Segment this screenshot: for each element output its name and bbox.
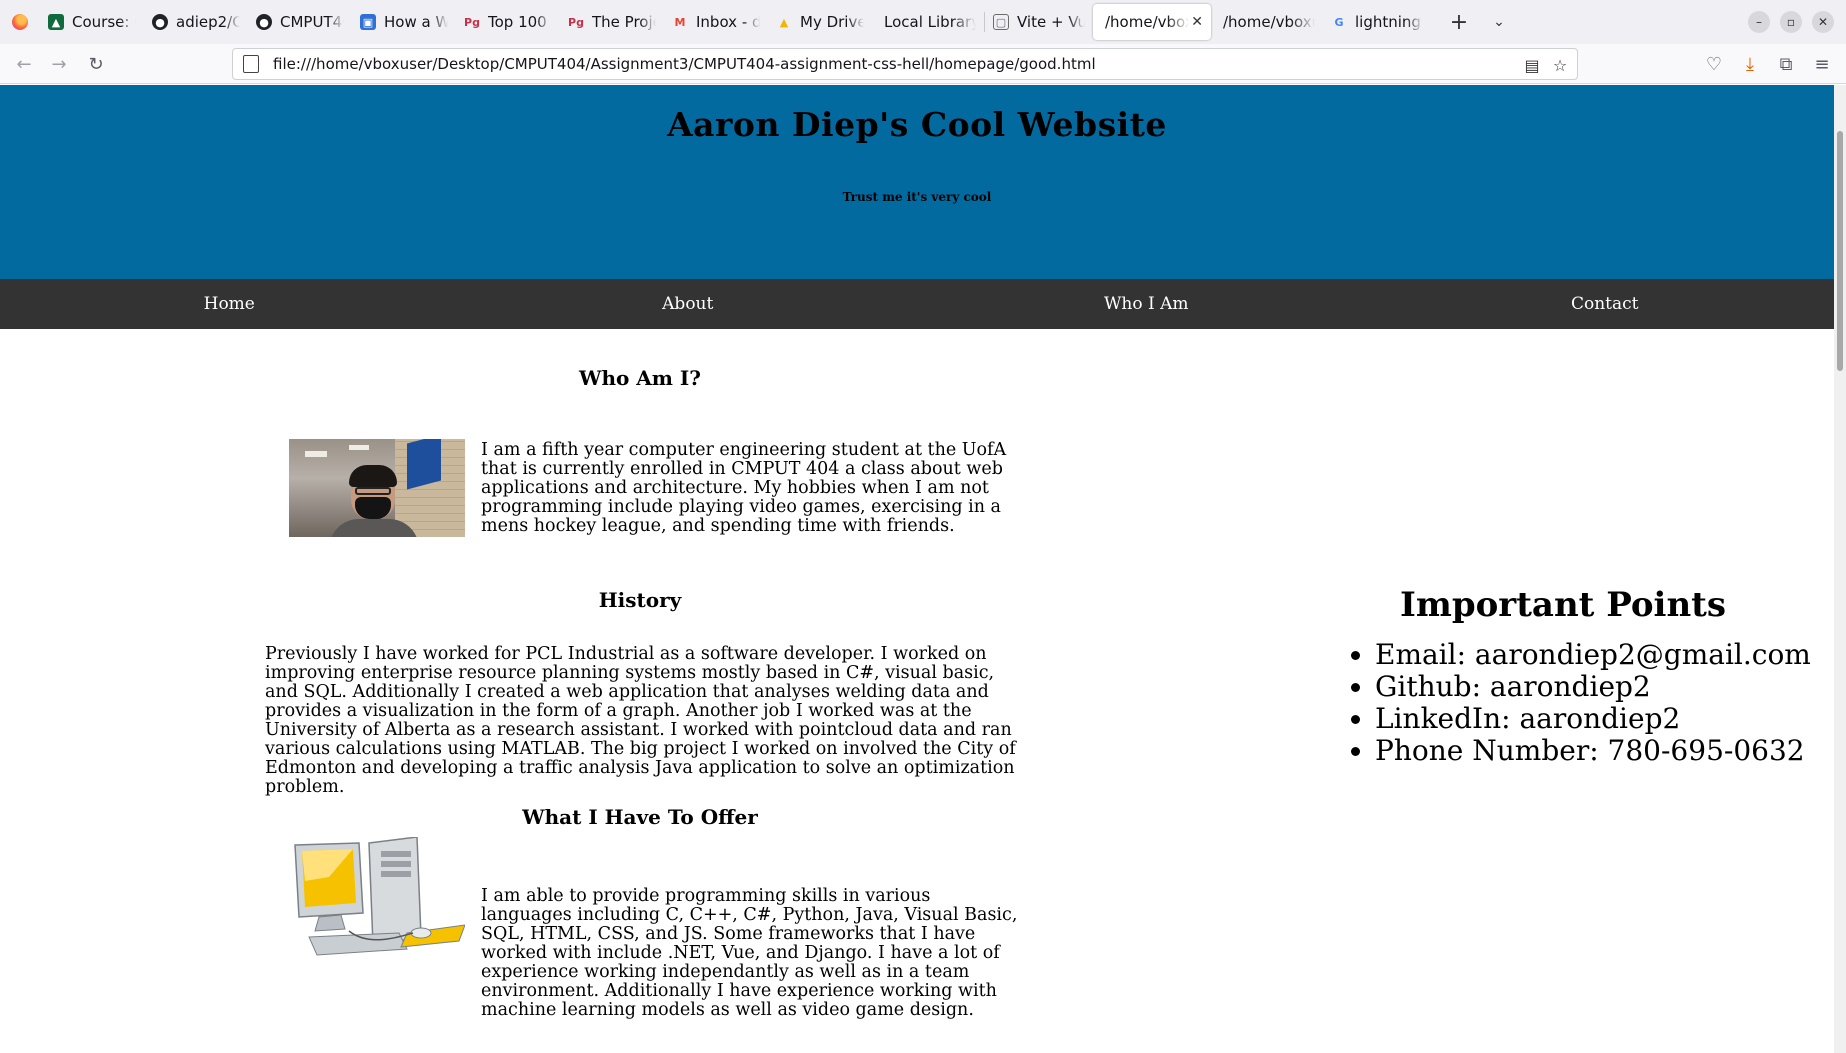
pg-icon: Pg <box>464 15 480 29</box>
graduation-cap-icon: ▲ <box>48 14 64 30</box>
page-icon <box>243 55 259 73</box>
important-points-title: Important Points <box>1399 585 1727 625</box>
section-title-offer: What I Have To Offer <box>522 805 758 829</box>
image-icon: ▣ <box>360 14 376 30</box>
tab-title: CMPUT404-assignment <box>280 13 344 31</box>
tab[interactable]: M Inbox - diep <box>664 4 768 40</box>
tab[interactable]: ▣ How a Web <box>352 4 456 40</box>
reload-icon[interactable]: ↻ <box>82 50 110 78</box>
tab[interactable]: G lightning bo <box>1323 4 1431 40</box>
pg-icon: Pg <box>568 15 584 29</box>
tab-title: Inbox - diep <box>696 13 760 31</box>
tab-title: The Project <box>592 13 656 31</box>
tab[interactable]: /home/vboxuser <box>1211 4 1323 40</box>
extensions-icon[interactable]: ⧉ <box>1772 50 1800 78</box>
url-input[interactable] <box>273 55 1473 73</box>
reader-view-icon[interactable]: ▤ <box>1521 54 1543 76</box>
list-item-phone: Phone Number: 780-695-0632 <box>1375 735 1811 767</box>
tab-bar: ▲ Course: CMPUT 404 ● adiep2/CMPUT404 ● … <box>0 0 1846 44</box>
close-tab-icon[interactable]: ✕ <box>1189 14 1203 30</box>
tab[interactable]: ▲ Course: CMPUT 404 <box>40 4 144 40</box>
list-item-github: Github: aarondiep2 <box>1375 671 1811 703</box>
tab-title: /home/vboxuser <box>1223 13 1315 31</box>
tab[interactable]: Pg Top 100 | Pr <box>456 4 560 40</box>
important-points-list: Email: aarondiep2@gmail.com Github: aaro… <box>1375 639 1811 767</box>
github-icon: ● <box>256 14 272 30</box>
forward-arrow-icon[interactable]: → <box>45 50 73 78</box>
list-item-email: Email: aarondiep2@gmail.com <box>1375 639 1811 671</box>
restore-icon[interactable]: ▫ <box>1780 11 1802 33</box>
site-header: Aaron Diep's Cool Website Trust me it's … <box>0 85 1834 279</box>
tab[interactable]: ● CMPUT404-assignment <box>248 4 352 40</box>
site-nav: Home About Who I Am Contact <box>0 279 1834 329</box>
vite-icon: ▢ <box>993 14 1009 30</box>
github-icon: ● <box>152 14 168 30</box>
nav-link-home[interactable]: Home <box>0 279 459 329</box>
window-controls: – ▫ ✕ <box>1748 0 1846 44</box>
tab-title: Local Library <box>884 13 976 31</box>
scrollbar-thumb[interactable] <box>1837 131 1843 371</box>
menu-hamburger-icon[interactable]: ≡ <box>1808 50 1836 78</box>
list-all-tabs-icon[interactable]: ⌄ <box>1481 4 1517 40</box>
firefox-menu-icon[interactable] <box>0 0 40 44</box>
section-title-who-am-i: Who Am I? <box>578 366 702 390</box>
computer-illustration <box>294 837 465 956</box>
close-window-icon[interactable]: ✕ <box>1812 11 1834 33</box>
profile-photo <box>289 439 465 537</box>
tab-title: How a Web <box>384 13 448 31</box>
tab-title: lightning bo <box>1355 13 1423 31</box>
tab-title: /home/vboxuser <box>1105 13 1189 31</box>
tab-active[interactable]: /home/vboxuser ✕ <box>1093 4 1211 40</box>
site-tagline: Trust me it's very cool <box>842 190 992 204</box>
tab[interactable]: ● adiep2/CMPUT404 <box>144 4 248 40</box>
tab[interactable]: ▲ My Drive - G <box>768 4 872 40</box>
pocket-icon[interactable]: ♡ <box>1700 50 1728 78</box>
tab[interactable]: Local Library <box>872 4 984 40</box>
downloads-icon[interactable]: ⤓ <box>1736 50 1764 78</box>
tab-title: Vite + Vue + <box>1017 13 1085 31</box>
offer-text: I am able to provide programming skills … <box>481 886 1018 1020</box>
list-item-linkedin: LinkedIn: aarondiep2 <box>1375 703 1811 735</box>
google-icon: G <box>1334 15 1344 29</box>
who-am-i-text: I am a fifth year computer engineering s… <box>481 440 1007 536</box>
gmail-icon: M <box>674 15 686 29</box>
page-scrollbar[interactable] <box>1834 85 1846 1053</box>
section-title-history: History <box>598 588 682 612</box>
tab-title: Course: CMPUT 404 <box>72 13 136 31</box>
site-title: Aaron Diep's Cool Website <box>667 105 1167 144</box>
minimize-icon[interactable]: – <box>1748 11 1770 33</box>
nav-link-contact[interactable]: Contact <box>1376 279 1835 329</box>
tab-title: Top 100 | Pr <box>488 13 552 31</box>
navigation-toolbar: ← → ↻ ▤ ☆ ♡ ⤓ ⧉ ≡ <box>0 44 1846 84</box>
nav-link-about[interactable]: About <box>459 279 918 329</box>
tab-title: My Drive - G <box>800 13 864 31</box>
nav-link-who-i-am[interactable]: Who I Am <box>917 279 1376 329</box>
new-tab-button[interactable]: + <box>1441 4 1477 40</box>
page-viewport: Aaron Diep's Cool Website Trust me it's … <box>0 85 1834 1053</box>
tab[interactable]: ▢ Vite + Vue + <box>985 4 1093 40</box>
tab[interactable]: Pg The Project <box>560 4 664 40</box>
drive-icon: ▲ <box>779 15 789 29</box>
history-text: Previously I have worked for PCL Industr… <box>265 644 1016 797</box>
tab-title: adiep2/CMPUT404 <box>176 13 240 31</box>
bookmark-star-icon[interactable]: ☆ <box>1549 54 1571 76</box>
back-arrow-icon[interactable]: ← <box>10 50 38 78</box>
address-bar[interactable]: ▤ ☆ <box>232 48 1578 80</box>
